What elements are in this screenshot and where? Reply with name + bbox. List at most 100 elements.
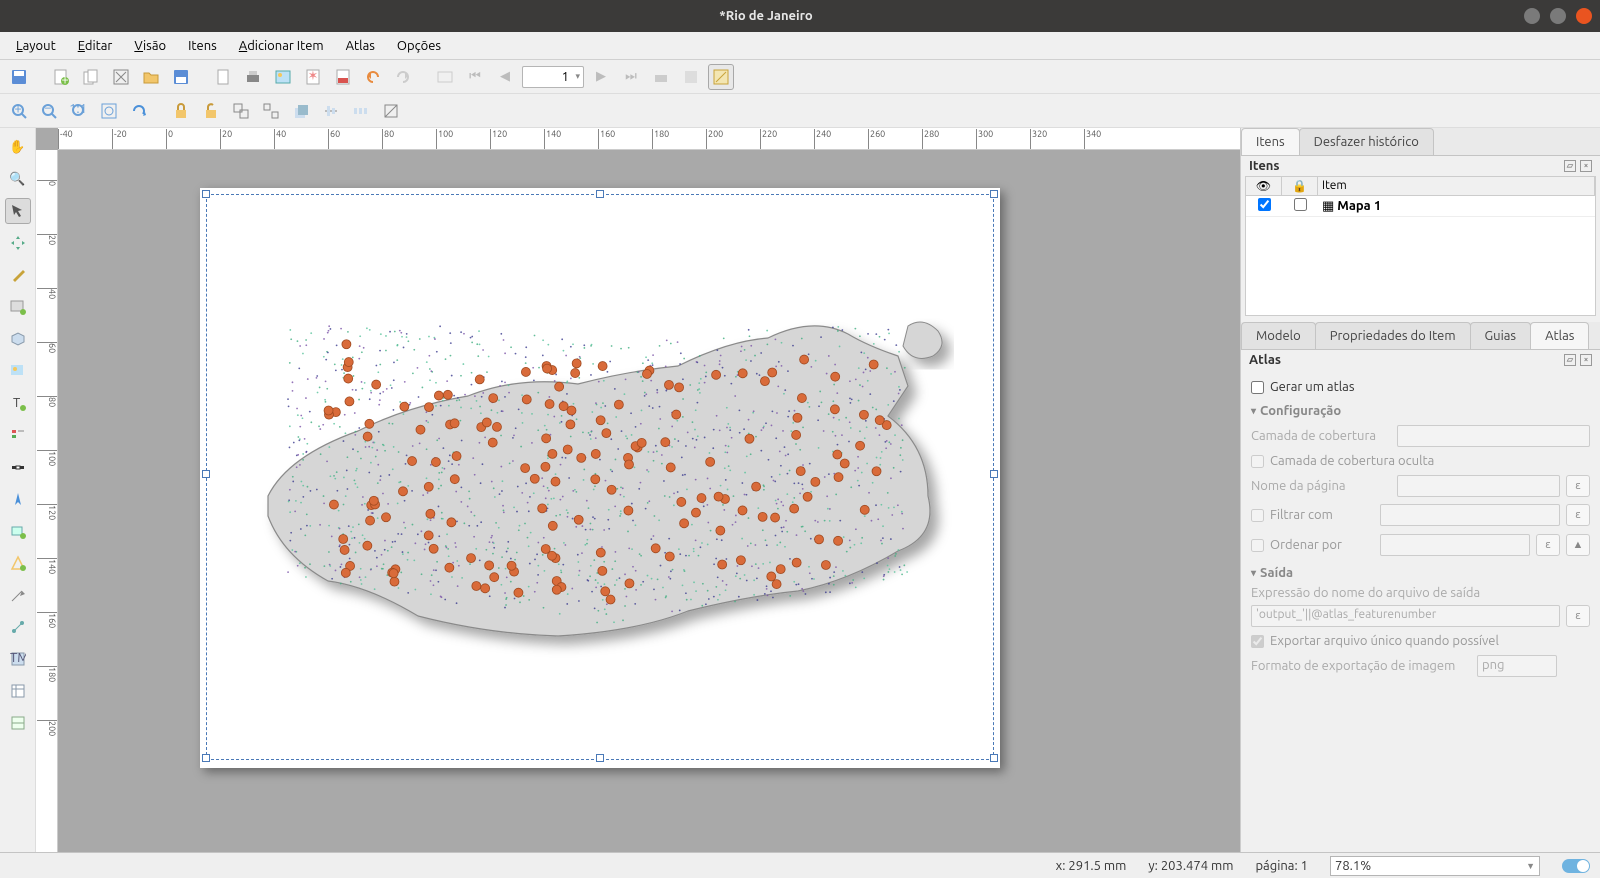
- resize-handle-w[interactable]: [202, 470, 210, 478]
- resize-handle-se[interactable]: [990, 754, 998, 762]
- prev-feature-icon[interactable]: ◀: [492, 64, 518, 90]
- zoom-tool-icon[interactable]: 🔍: [5, 166, 31, 192]
- page-icon[interactable]: [210, 64, 236, 90]
- atlas-settings-icon[interactable]: [708, 64, 734, 90]
- export-pdf-icon[interactable]: [330, 64, 356, 90]
- tab-undo-history[interactable]: Desfazer histórico: [1299, 128, 1434, 155]
- close-pane-icon[interactable]: ×: [1580, 354, 1592, 366]
- add-picture-icon[interactable]: [5, 358, 31, 384]
- menu-editar[interactable]: Editar: [68, 35, 123, 57]
- add-legend-icon[interactable]: [5, 422, 31, 448]
- undo-icon[interactable]: [360, 64, 386, 90]
- add-fixed-table-icon[interactable]: [5, 710, 31, 736]
- move-content-tool-icon[interactable]: [5, 230, 31, 256]
- align-icon[interactable]: [318, 98, 344, 124]
- atlas-preview-icon[interactable]: [432, 64, 458, 90]
- resize-icon[interactable]: [378, 98, 404, 124]
- zoom-out-icon[interactable]: −: [36, 98, 62, 124]
- menu-adicionar-item[interactable]: Adicionar Item: [229, 35, 334, 57]
- first-feature-icon[interactable]: ⏮: [462, 64, 488, 90]
- generate-atlas-checkbox[interactable]: [1251, 381, 1264, 394]
- distribute-icon[interactable]: [348, 98, 374, 124]
- tab-atlas[interactable]: Atlas: [1530, 322, 1589, 349]
- add-scalebar-icon[interactable]: [5, 454, 31, 480]
- expression-button-icon[interactable]: ε: [1536, 534, 1560, 556]
- next-feature-icon[interactable]: ▶: [588, 64, 614, 90]
- layout-canvas[interactable]: -40-200204060801001201401601802002202402…: [36, 128, 1240, 852]
- output-expr-input[interactable]: 'output_'||@atlas_featurenumber: [1251, 605, 1560, 627]
- group-icon[interactable]: [228, 98, 254, 124]
- resize-handle-n[interactable]: [596, 190, 604, 198]
- print-icon[interactable]: [240, 64, 266, 90]
- unlock-icon[interactable]: [198, 98, 224, 124]
- pan-tool-icon[interactable]: ✋: [5, 134, 31, 160]
- tab-modelo[interactable]: Modelo: [1241, 322, 1316, 349]
- menu-itens[interactable]: Itens: [178, 35, 227, 57]
- window-minimize-icon[interactable]: [1524, 8, 1540, 24]
- expression-button-icon[interactable]: ε: [1566, 504, 1590, 526]
- duplicate-layout-icon[interactable]: [78, 64, 104, 90]
- last-feature-icon[interactable]: ⏭: [618, 64, 644, 90]
- item-lock-checkbox[interactable]: [1294, 198, 1307, 211]
- add-label-icon[interactable]: T: [5, 390, 31, 416]
- canvas-viewport[interactable]: [58, 150, 1240, 852]
- menu-layout[interactable]: LLayoutayout: [6, 35, 66, 57]
- zoom-in-icon[interactable]: +: [6, 98, 32, 124]
- coverage-select[interactable]: [1397, 425, 1590, 447]
- tab-items[interactable]: Itens: [1241, 128, 1300, 155]
- tab-guias[interactable]: Guias: [1470, 322, 1532, 349]
- expression-button-icon[interactable]: ε: [1566, 605, 1590, 627]
- refresh-icon[interactable]: [126, 98, 152, 124]
- select-tool-icon[interactable]: [5, 198, 31, 224]
- export-svg-icon[interactable]: ✶: [300, 64, 326, 90]
- lock-icon[interactable]: [168, 98, 194, 124]
- add-arrow-icon[interactable]: [5, 582, 31, 608]
- open-folder-icon[interactable]: [138, 64, 164, 90]
- add-marker-icon[interactable]: [5, 550, 31, 576]
- expression-button-icon[interactable]: ε: [1566, 475, 1590, 497]
- resize-handle-sw[interactable]: [202, 754, 210, 762]
- filter-input[interactable]: [1380, 504, 1560, 526]
- add-node-item-icon[interactable]: [5, 614, 31, 640]
- manage-layouts-icon[interactable]: [108, 64, 134, 90]
- edit-nodes-tool-icon[interactable]: [5, 262, 31, 288]
- status-toggle-icon[interactable]: [1562, 859, 1590, 873]
- redo-icon[interactable]: [390, 64, 416, 90]
- atlas-print-icon[interactable]: [648, 64, 674, 90]
- page-name-input[interactable]: [1397, 475, 1560, 497]
- sort-input[interactable]: [1380, 534, 1530, 556]
- resize-handle-s[interactable]: [596, 754, 604, 762]
- atlas-export-icon[interactable]: [678, 64, 704, 90]
- resize-handle-e[interactable]: [990, 470, 998, 478]
- sort-direction-icon[interactable]: ▲: [1566, 534, 1590, 556]
- menu-visao[interactable]: Visão: [124, 35, 176, 57]
- add-html-icon[interactable]: HTML: [5, 646, 31, 672]
- ungroup-icon[interactable]: [258, 98, 284, 124]
- new-layout-icon[interactable]: +: [48, 64, 74, 90]
- add-attribute-table-icon[interactable]: [5, 678, 31, 704]
- format-select[interactable]: png: [1477, 655, 1557, 677]
- add-3dmap-icon[interactable]: [5, 326, 31, 352]
- add-shape-icon[interactable]: [5, 518, 31, 544]
- tab-propriedades[interactable]: Propriedades do Item: [1315, 322, 1471, 349]
- add-northarrow-icon[interactable]: [5, 486, 31, 512]
- zoom-actual-icon[interactable]: 1:1: [66, 98, 92, 124]
- add-map-icon[interactable]: [5, 294, 31, 320]
- item-visibility-checkbox[interactable]: [1258, 198, 1271, 211]
- window-close-icon[interactable]: [1576, 8, 1592, 24]
- close-pane-icon[interactable]: ×: [1580, 160, 1592, 172]
- save-icon[interactable]: [6, 64, 32, 90]
- group-saida[interactable]: Saída: [1251, 566, 1590, 580]
- atlas-page-input[interactable]: 1: [522, 66, 584, 88]
- window-maximize-icon[interactable]: [1550, 8, 1566, 24]
- item-row-mapa1[interactable]: ▦ Mapa 1: [1246, 196, 1595, 217]
- zoom-select[interactable]: 78.1%▼: [1330, 856, 1540, 876]
- zoom-full-icon[interactable]: [96, 98, 122, 124]
- save-template-icon[interactable]: [168, 64, 194, 90]
- export-image-icon[interactable]: [270, 64, 296, 90]
- dock-icon[interactable]: ▱: [1564, 160, 1576, 172]
- resize-handle-ne[interactable]: [990, 190, 998, 198]
- dock-icon[interactable]: ▱: [1564, 354, 1576, 366]
- menu-atlas[interactable]: Atlas: [336, 35, 385, 57]
- resize-handle-nw[interactable]: [202, 190, 210, 198]
